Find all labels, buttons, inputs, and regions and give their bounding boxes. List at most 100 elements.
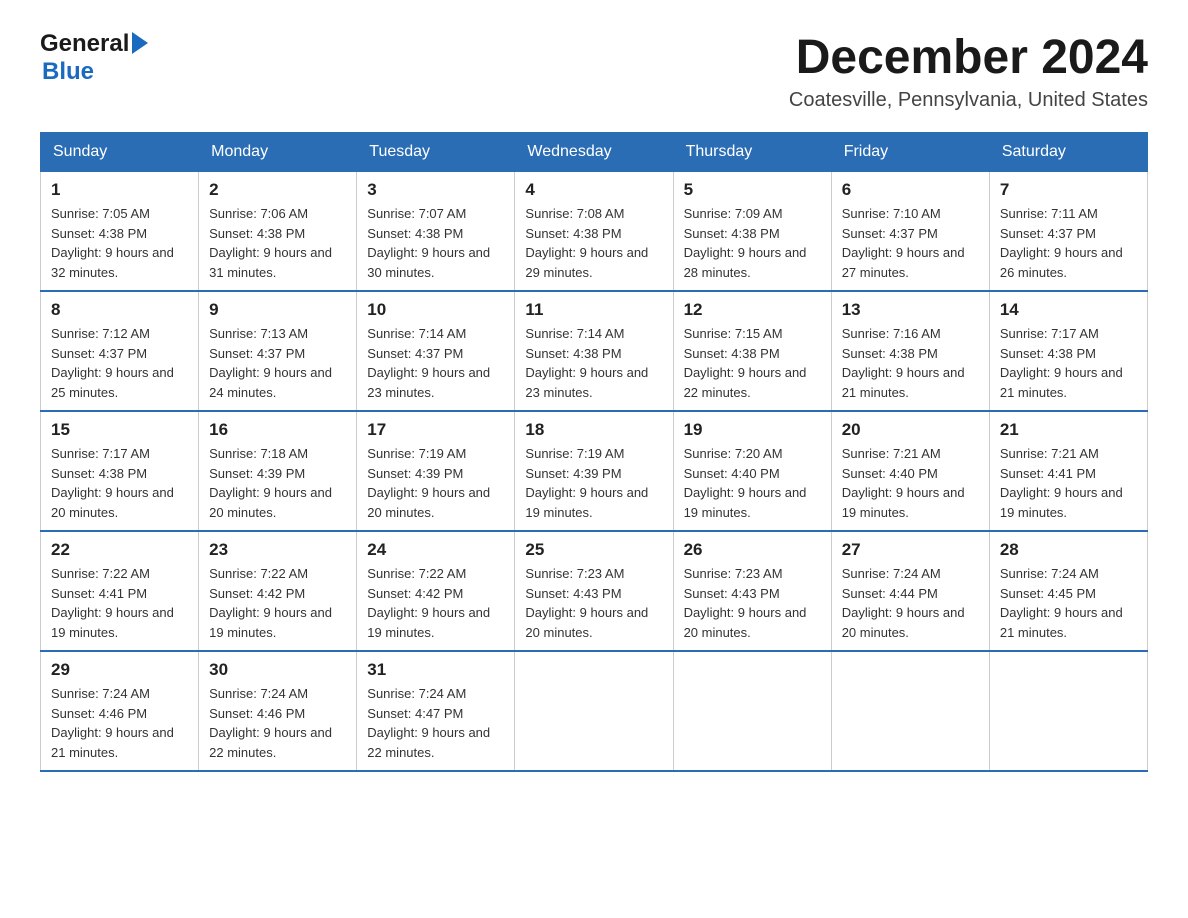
calendar-cell: 10 Sunrise: 7:14 AMSunset: 4:37 PMDayligh… [357, 291, 515, 411]
day-info: Sunrise: 7:19 AMSunset: 4:39 PMDaylight:… [367, 444, 504, 522]
logo-arrow-icon [132, 32, 148, 54]
day-number: 14 [1000, 300, 1137, 320]
day-number: 11 [525, 300, 662, 320]
day-number: 30 [209, 660, 346, 680]
day-info: Sunrise: 7:24 AMSunset: 4:45 PMDaylight:… [1000, 564, 1137, 642]
day-number: 26 [684, 540, 821, 560]
calendar-cell: 12Sunrise: 7:15 AMSunset: 4:38 PMDayligh… [673, 291, 831, 411]
day-info: Sunrise: 7:22 AMSunset: 4:42 PMDaylight:… [209, 564, 346, 642]
calendar-cell: 19Sunrise: 7:20 AMSunset: 4:40 PMDayligh… [673, 411, 831, 531]
calendar-cell: 13 Sunrise: 7:16 AMSunset: 4:38 PMDayligh… [831, 291, 989, 411]
calendar-cell: 30Sunrise: 7:24 AMSunset: 4:46 PMDayligh… [199, 651, 357, 771]
day-info: Sunrise: 7:13 AMSunset: 4:37 PMDaylight:… [209, 324, 346, 402]
calendar-table: Sunday Monday Tuesday Wednesday Thursday… [40, 132, 1148, 772]
calendar-header-row: Sunday Monday Tuesday Wednesday Thursday… [41, 133, 1148, 172]
calendar-cell: 21 Sunrise: 7:21 AMSunset: 4:41 PMDayligh… [989, 411, 1147, 531]
calendar-week-row: 29Sunrise: 7:24 AMSunset: 4:46 PMDayligh… [41, 651, 1148, 771]
day-info: Sunrise: 7:16 AMSunset: 4:38 PMDaylight:… [842, 324, 979, 402]
day-number: 27 [842, 540, 979, 560]
day-number: 1 [51, 180, 188, 200]
day-info: Sunrise: 7:09 AMSunset: 4:38 PMDaylight:… [684, 204, 821, 282]
day-number: 23 [209, 540, 346, 560]
calendar-cell: 3 Sunrise: 7:07 AMSunset: 4:38 PMDaylight… [357, 172, 515, 292]
day-number: 17 [367, 420, 504, 440]
header-wednesday: Wednesday [515, 133, 673, 172]
day-info: Sunrise: 7:12 AMSunset: 4:37 PMDaylight:… [51, 324, 188, 402]
day-info: Sunrise: 7:10 AMSunset: 4:37 PMDaylight:… [842, 204, 979, 282]
day-number: 16 [209, 420, 346, 440]
title-area: December 2024 Coatesville, Pennsylvania,… [789, 30, 1148, 112]
calendar-cell: 5 Sunrise: 7:09 AMSunset: 4:38 PMDaylight… [673, 172, 831, 292]
day-info: Sunrise: 7:22 AMSunset: 4:41 PMDaylight:… [51, 564, 188, 642]
day-number: 9 [209, 300, 346, 320]
calendar-cell: 18 Sunrise: 7:19 AMSunset: 4:39 PMDayligh… [515, 411, 673, 531]
header-tuesday: Tuesday [357, 133, 515, 172]
calendar-cell: 17 Sunrise: 7:19 AMSunset: 4:39 PMDayligh… [357, 411, 515, 531]
calendar-cell: 8 Sunrise: 7:12 AMSunset: 4:37 PMDaylight… [41, 291, 199, 411]
day-number: 15 [51, 420, 188, 440]
day-info: Sunrise: 7:17 AMSunset: 4:38 PMDaylight:… [51, 444, 188, 522]
calendar-week-row: 1 Sunrise: 7:05 AMSunset: 4:38 PMDaylight… [41, 172, 1148, 292]
calendar-cell: 15 Sunrise: 7:17 AMSunset: 4:38 PMDayligh… [41, 411, 199, 531]
calendar-cell: 20 Sunrise: 7:21 AMSunset: 4:40 PMDayligh… [831, 411, 989, 531]
logo-blue-text: Blue [42, 58, 94, 86]
day-info: Sunrise: 7:24 AMSunset: 4:44 PMDaylight:… [842, 564, 979, 642]
day-number: 25 [525, 540, 662, 560]
day-info: Sunrise: 7:15 AMSunset: 4:38 PMDaylight:… [684, 324, 821, 402]
day-number: 19 [684, 420, 821, 440]
day-info: Sunrise: 7:17 AMSunset: 4:38 PMDaylight:… [1000, 324, 1137, 402]
day-number: 10 [367, 300, 504, 320]
calendar-week-row: 8 Sunrise: 7:12 AMSunset: 4:37 PMDaylight… [41, 291, 1148, 411]
header-friday: Friday [831, 133, 989, 172]
day-info: Sunrise: 7:21 AMSunset: 4:41 PMDaylight:… [1000, 444, 1137, 522]
calendar-cell: 9 Sunrise: 7:13 AMSunset: 4:37 PMDaylight… [199, 291, 357, 411]
day-number: 28 [1000, 540, 1137, 560]
calendar-cell: 14 Sunrise: 7:17 AMSunset: 4:38 PMDayligh… [989, 291, 1147, 411]
day-number: 4 [525, 180, 662, 200]
day-info: Sunrise: 7:24 AMSunset: 4:47 PMDaylight:… [367, 684, 504, 762]
calendar-cell: 16 Sunrise: 7:18 AMSunset: 4:39 PMDayligh… [199, 411, 357, 531]
calendar-cell: 24 Sunrise: 7:22 AMSunset: 4:42 PMDayligh… [357, 531, 515, 651]
day-info: Sunrise: 7:11 AMSunset: 4:37 PMDaylight:… [1000, 204, 1137, 282]
day-info: Sunrise: 7:06 AMSunset: 4:38 PMDaylight:… [209, 204, 346, 282]
calendar-cell: 25Sunrise: 7:23 AMSunset: 4:43 PMDayligh… [515, 531, 673, 651]
day-info: Sunrise: 7:14 AMSunset: 4:37 PMDaylight:… [367, 324, 504, 402]
calendar-cell: 22Sunrise: 7:22 AMSunset: 4:41 PMDayligh… [41, 531, 199, 651]
day-number: 21 [1000, 420, 1137, 440]
day-number: 5 [684, 180, 821, 200]
page-header: General Blue December 2024 Coatesville, … [40, 30, 1148, 112]
day-info: Sunrise: 7:19 AMSunset: 4:39 PMDaylight:… [525, 444, 662, 522]
calendar-cell: 27 Sunrise: 7:24 AMSunset: 4:44 PMDayligh… [831, 531, 989, 651]
day-number: 20 [842, 420, 979, 440]
day-info: Sunrise: 7:21 AMSunset: 4:40 PMDaylight:… [842, 444, 979, 522]
day-info: Sunrise: 7:08 AMSunset: 4:38 PMDaylight:… [525, 204, 662, 282]
calendar-cell [989, 651, 1147, 771]
day-number: 2 [209, 180, 346, 200]
header-monday: Monday [199, 133, 357, 172]
day-info: Sunrise: 7:22 AMSunset: 4:42 PMDaylight:… [367, 564, 504, 642]
day-info: Sunrise: 7:18 AMSunset: 4:39 PMDaylight:… [209, 444, 346, 522]
calendar-cell: 29Sunrise: 7:24 AMSunset: 4:46 PMDayligh… [41, 651, 199, 771]
calendar-subtitle: Coatesville, Pennsylvania, United States [789, 89, 1148, 112]
day-number: 18 [525, 420, 662, 440]
calendar-cell: 6 Sunrise: 7:10 AMSunset: 4:37 PMDaylight… [831, 172, 989, 292]
day-info: Sunrise: 7:23 AMSunset: 4:43 PMDaylight:… [684, 564, 821, 642]
header-thursday: Thursday [673, 133, 831, 172]
calendar-cell: 2 Sunrise: 7:06 AMSunset: 4:38 PMDaylight… [199, 172, 357, 292]
day-number: 3 [367, 180, 504, 200]
day-number: 31 [367, 660, 504, 680]
day-number: 24 [367, 540, 504, 560]
calendar-cell: 26 Sunrise: 7:23 AMSunset: 4:43 PMDayligh… [673, 531, 831, 651]
calendar-week-row: 22Sunrise: 7:22 AMSunset: 4:41 PMDayligh… [41, 531, 1148, 651]
day-info: Sunrise: 7:24 AMSunset: 4:46 PMDaylight:… [51, 684, 188, 762]
logo-general-text: General [40, 30, 129, 58]
calendar-cell: 11Sunrise: 7:14 AMSunset: 4:38 PMDayligh… [515, 291, 673, 411]
calendar-cell: 28 Sunrise: 7:24 AMSunset: 4:45 PMDayligh… [989, 531, 1147, 651]
day-info: Sunrise: 7:05 AMSunset: 4:38 PMDaylight:… [51, 204, 188, 282]
calendar-cell [515, 651, 673, 771]
day-number: 8 [51, 300, 188, 320]
calendar-cell: 31 Sunrise: 7:24 AMSunset: 4:47 PMDayligh… [357, 651, 515, 771]
day-info: Sunrise: 7:07 AMSunset: 4:38 PMDaylight:… [367, 204, 504, 282]
day-number: 6 [842, 180, 979, 200]
day-number: 13 [842, 300, 979, 320]
